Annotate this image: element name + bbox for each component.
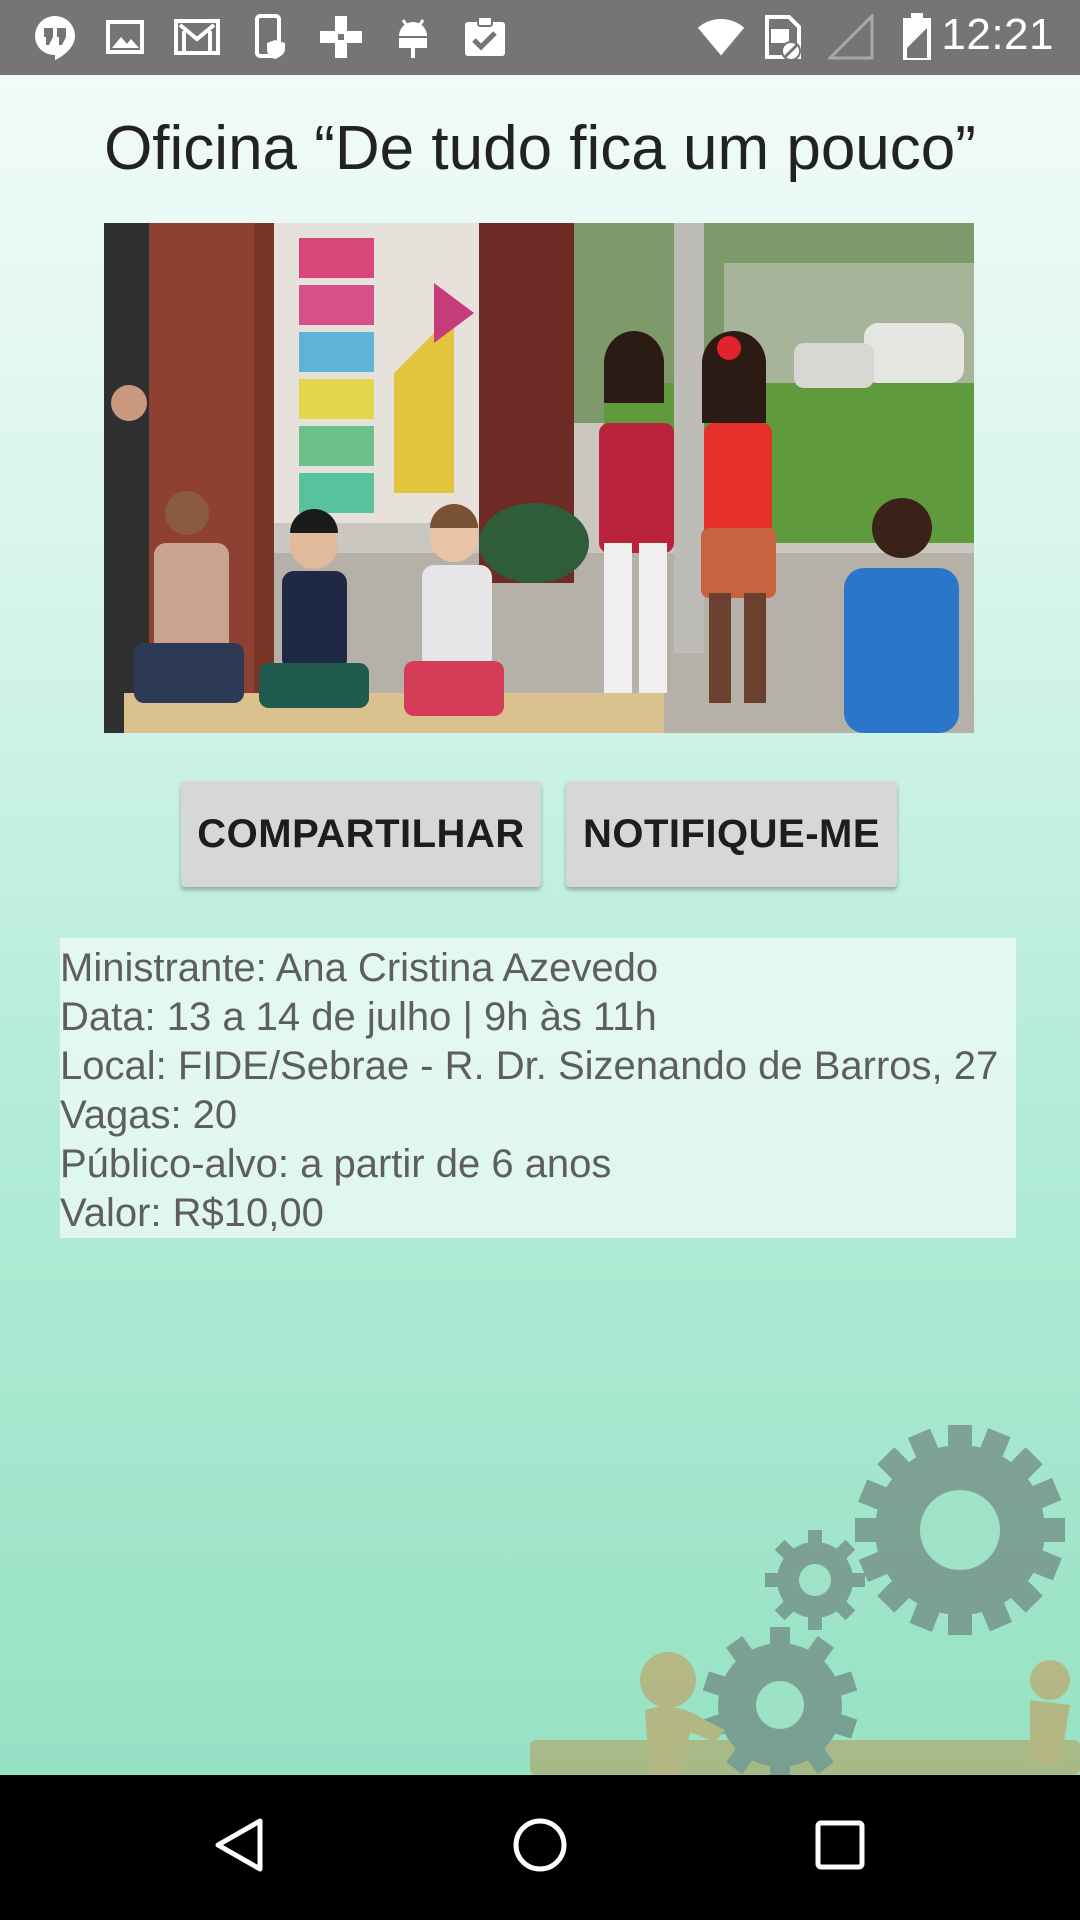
gears-illustration [530,1425,1080,1775]
sim-icon [758,12,808,62]
notify-me-button[interactable]: NOTIFIQUE-ME [566,781,897,887]
workshop-photo [104,223,974,733]
navigation-bar [0,1775,1080,1920]
back-icon[interactable] [200,1805,280,1885]
instructor-text: Ministrante: Ana Cristina Azevedo [60,946,659,990]
audience-text: Público-alvo: a partir de 6 anos [60,1142,612,1186]
slots-text: Vagas: 20 [60,1093,238,1137]
location-text: Local: FIDE/Sebrae - R. Dr. Sizenando de… [60,1044,999,1088]
android-icon [388,12,438,62]
page-title: Oficina “De tudo fica um pouco” [104,114,976,183]
clipboard-check-icon [460,12,510,62]
plus-icon [316,12,366,62]
event-detail-screen: Oficina “De tudo fica um pouco” COMPARTI… [0,75,1080,1775]
share-button[interactable]: COMPARTILHAR [181,781,541,887]
price-text: Valor: R$10,00 [60,1191,324,1235]
date-text: Data: 13 a 14 de julho | 9h às 11h [60,995,657,1039]
hangouts-icon [30,12,80,62]
phone-shield-icon [246,12,296,62]
signal-icon [826,12,876,62]
status-bar: 12:21 [0,0,1080,75]
home-icon[interactable] [500,1805,580,1885]
event-details: Ministrante: Ana Cristina Azevedo Data: … [60,938,1016,1238]
clock: 12:21 [941,10,1054,59]
recents-icon[interactable] [800,1805,880,1885]
battery-icon [892,12,942,62]
image-icon [100,12,150,62]
gmail-icon [172,12,222,62]
wifi-icon [696,12,746,62]
